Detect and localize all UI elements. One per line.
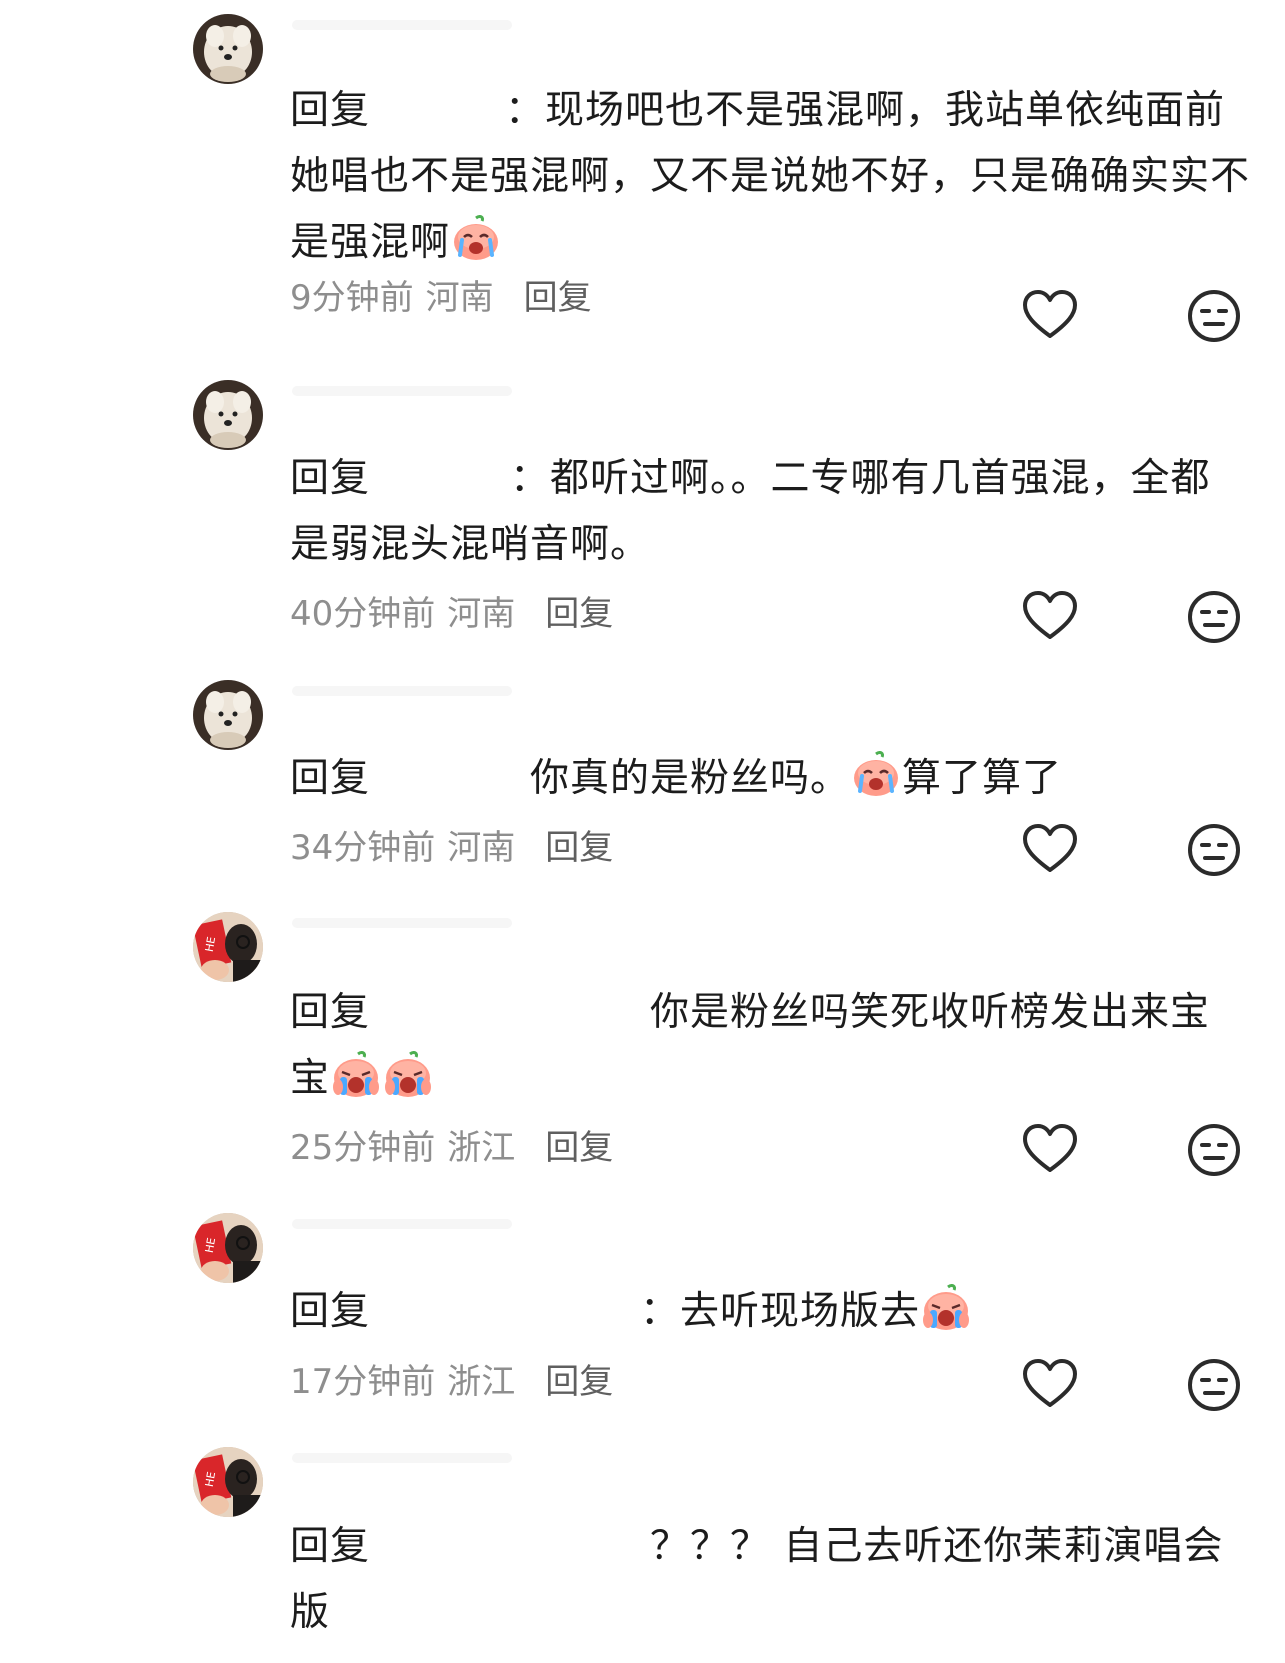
comment-text: 回复 你真的是粉丝吗。 算了算了 xyxy=(290,746,1250,812)
reply-button[interactable]: 回复 xyxy=(545,1362,613,1402)
comment-meta: 34分钟前 河南 回复 xyxy=(290,826,613,870)
comment-location: 浙江 xyxy=(447,1128,516,1168)
heart-outline-icon[interactable] xyxy=(1020,286,1080,346)
comment-meta: 40分钟前 河南 回复 xyxy=(290,592,613,636)
comment-meta: 25分钟前 浙江 回复 xyxy=(290,1126,613,1170)
heart-outline-icon[interactable] xyxy=(1020,820,1080,880)
username-redacted xyxy=(292,20,512,30)
comment-body: ：去听现场版去 xyxy=(640,1289,921,1334)
comment-time: 9分钟前 xyxy=(290,278,414,318)
sobbing-face-emoji xyxy=(920,1284,972,1332)
redacted-username xyxy=(370,1291,641,1336)
meh-face-icon[interactable] xyxy=(1184,286,1244,346)
redacted-username xyxy=(370,90,506,135)
comment-time: 40分钟前 xyxy=(290,594,436,634)
comment-time: 34分钟前 xyxy=(290,828,436,868)
reply-button[interactable]: 回复 xyxy=(545,594,613,634)
avatar[interactable] xyxy=(193,912,263,982)
redacted-username xyxy=(370,758,531,803)
avatar[interactable] xyxy=(193,14,263,84)
reply-button[interactable]: 回复 xyxy=(545,1128,613,1168)
comment-text: 回复？？？ 自己去听还你茉莉演唱会版 xyxy=(290,1514,1250,1646)
heart-outline-icon[interactable] xyxy=(1020,1355,1080,1415)
reply-prefix: 回复 xyxy=(290,990,371,1035)
comment-location: 河南 xyxy=(447,828,516,868)
comment-body-tail: 算了算了 xyxy=(902,756,1063,801)
comment-meta: 9分钟前 河南 回复 xyxy=(290,276,592,320)
sobbing-face-emoji xyxy=(382,1051,434,1099)
reply-button[interactable]: 回复 xyxy=(524,278,592,318)
reply-button[interactable]: 回复 xyxy=(545,828,613,868)
meh-face-icon[interactable] xyxy=(1184,1355,1244,1415)
red-card-avatar-image xyxy=(193,1447,263,1517)
puppy-avatar-image xyxy=(193,380,263,450)
crying-face-emoji xyxy=(850,751,902,799)
reply-prefix: 回复 xyxy=(290,88,371,133)
comment-location: 河南 xyxy=(447,594,516,634)
username-redacted xyxy=(292,1219,512,1229)
reply-prefix: 回复 xyxy=(290,1289,371,1334)
comment-text: 回复 ：去听现场版去 xyxy=(290,1279,1250,1345)
redacted-username xyxy=(370,1526,651,1571)
comment-time: 25分钟前 xyxy=(290,1128,436,1168)
sobbing-face-emoji xyxy=(330,1051,382,1099)
avatar[interactable] xyxy=(193,680,263,750)
meh-face-icon[interactable] xyxy=(1184,1120,1244,1180)
username-redacted xyxy=(292,386,512,396)
red-card-avatar-image xyxy=(193,912,263,982)
red-card-avatar-image xyxy=(193,1213,263,1283)
avatar[interactable] xyxy=(193,380,263,450)
username-redacted xyxy=(292,686,512,696)
username-redacted xyxy=(292,918,512,928)
comment-time: 17分钟前 xyxy=(290,1362,436,1402)
redacted-username xyxy=(370,992,651,1037)
comment-location: 浙江 xyxy=(447,1362,516,1402)
reply-prefix: 回复 xyxy=(290,1524,371,1569)
heart-outline-icon[interactable] xyxy=(1020,587,1080,647)
comment-text: 回复 ：现场吧也不是强混啊，我站单依纯面前她唱也不是强混啊，又不是说她不好，只是确… xyxy=(290,78,1250,276)
crying-face-emoji xyxy=(450,215,502,263)
reply-prefix: 回复 xyxy=(290,756,371,801)
redacted-username xyxy=(370,458,511,503)
meh-face-icon[interactable] xyxy=(1184,820,1244,880)
comment-meta: 17分钟前 浙江 回复 xyxy=(290,1360,613,1404)
avatar[interactable] xyxy=(193,1213,263,1283)
heart-outline-icon[interactable] xyxy=(1020,1120,1080,1180)
puppy-avatar-image xyxy=(193,14,263,84)
comment-location: 河南 xyxy=(425,278,494,318)
username-redacted xyxy=(292,1453,512,1463)
reply-prefix: 回复 xyxy=(290,456,371,501)
meh-face-icon[interactable] xyxy=(1184,587,1244,647)
avatar[interactable] xyxy=(193,1447,263,1517)
comment-body: 你真的是粉丝吗。 xyxy=(530,756,851,801)
comment-text: 回复 ：都听过啊。。二专哪有几首强混，全都是弱混头混哨音啊。 xyxy=(290,446,1250,578)
puppy-avatar-image xyxy=(193,680,263,750)
comment-text: 回复 你是粉丝吗笑死收听榜发出来宝宝 xyxy=(290,980,1250,1112)
